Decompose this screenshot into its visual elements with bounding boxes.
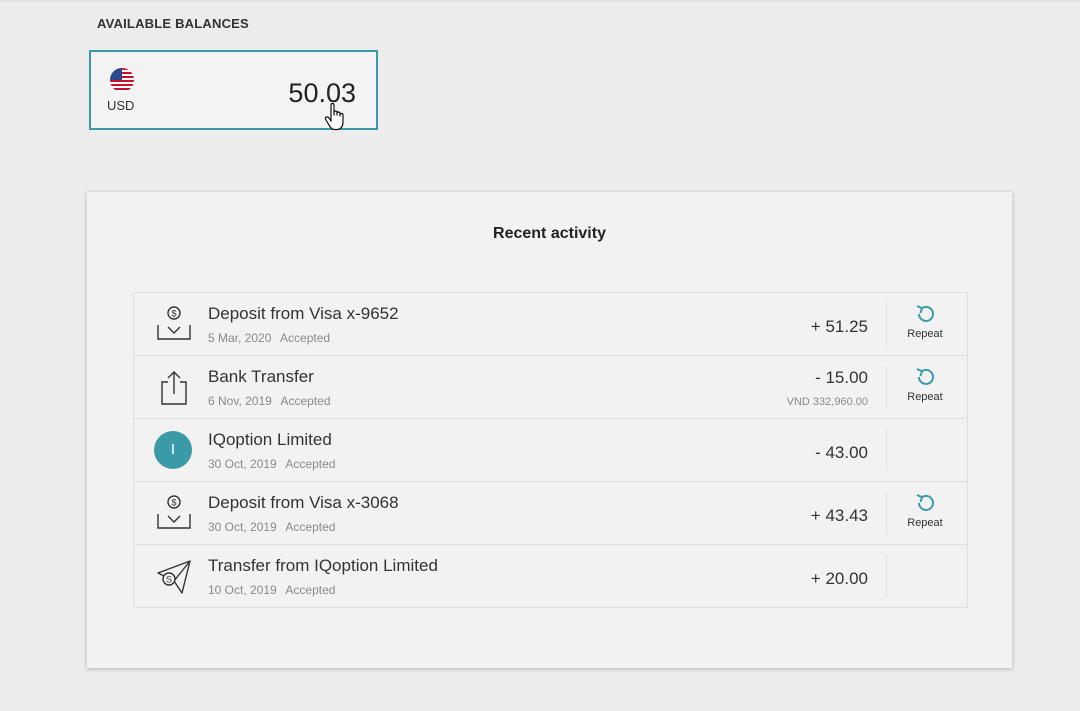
upload-icon: [154, 368, 194, 408]
repeat-button[interactable]: Repeat: [896, 303, 954, 347]
repeat-button[interactable]: Repeat: [896, 492, 954, 536]
activity-date: 30 Oct, 2019: [208, 520, 277, 534]
activity-row[interactable]: $ Deposit from Visa x-3068 30 Oct, 2019 …: [134, 482, 967, 545]
repeat-label: Repeat: [907, 328, 943, 340]
currency-label: USD: [107, 98, 135, 113]
activity-amount: - 43.00: [815, 443, 868, 462]
row-divider: [886, 555, 887, 597]
activity-title: Deposit from Visa x-3068: [208, 493, 399, 512]
activity-status: Accepted: [285, 457, 336, 471]
repeat-label: Repeat: [907, 391, 943, 403]
activity-converted-amount: VND 332,960.00: [786, 396, 868, 408]
row-divider: [886, 366, 887, 408]
hand-cursor-icon: [324, 102, 346, 131]
recent-activity-panel: Recent activity $ Deposit from Visa x-96…: [87, 192, 1012, 668]
deposit-icon: $: [154, 494, 194, 534]
activity-status: Accepted: [280, 394, 331, 408]
activity-amount: + 51.25: [810, 317, 868, 336]
repeat-button[interactable]: Repeat: [896, 366, 954, 410]
deposit-icon: $: [154, 305, 194, 345]
activity-meta: 10 Oct, 2019 Accepted: [208, 583, 341, 597]
activity-title: Transfer from IQoption Limited: [208, 556, 438, 575]
activity-amount: + 20.00: [810, 569, 868, 588]
activity-date: 30 Oct, 2019: [208, 457, 277, 471]
svg-text:$: $: [171, 309, 176, 319]
activity-meta: 30 Oct, 2019 Accepted: [208, 520, 341, 534]
activity-date: 5 Mar, 2020: [208, 331, 272, 345]
row-divider: [886, 429, 887, 471]
send-money-icon: S: [154, 557, 194, 597]
activity-status: Accepted: [285, 520, 336, 534]
activity-title: Bank Transfer: [208, 367, 314, 386]
activity-amount: + 43.43: [810, 506, 868, 525]
row-divider: [886, 303, 887, 345]
repeat-icon: [916, 305, 934, 322]
activity-status: Accepted: [285, 583, 336, 597]
activity-amount: - 15.00: [815, 368, 868, 387]
recent-activity-title: Recent activity: [493, 225, 606, 242]
activity-meta: 30 Oct, 2019 Accepted: [208, 457, 341, 471]
activity-status: Accepted: [280, 331, 331, 345]
row-divider: [886, 492, 887, 534]
activity-row[interactable]: S Transfer from IQoption Limited 10 Oct,…: [134, 545, 967, 607]
activity-meta: 6 Nov, 2019 Accepted: [208, 394, 337, 408]
activity-date: 6 Nov, 2019: [208, 394, 272, 408]
activity-meta: 5 Mar, 2020 Accepted: [208, 331, 336, 345]
activity-list: $ Deposit from Visa x-9652 5 Mar, 2020 A…: [133, 292, 968, 608]
top-divider: [0, 0, 1080, 2]
repeat-icon: [916, 494, 934, 511]
activity-row[interactable]: I IQoption Limited 30 Oct, 2019 Accepted…: [134, 419, 967, 482]
balances-heading: AVAILABLE BALANCES: [97, 16, 249, 31]
svg-text:$: $: [171, 498, 176, 508]
repeat-label: Repeat: [907, 517, 943, 529]
avatar: I: [154, 431, 192, 469]
activity-row[interactable]: $ Deposit from Visa x-9652 5 Mar, 2020 A…: [134, 293, 967, 356]
activity-title: Deposit from Visa x-9652: [208, 304, 399, 323]
activity-title: IQoption Limited: [208, 430, 332, 449]
repeat-icon: [916, 368, 934, 385]
svg-text:S: S: [166, 575, 172, 585]
activity-row[interactable]: Bank Transfer 6 Nov, 2019 Accepted - 15.…: [134, 356, 967, 419]
us-flag-icon: [110, 68, 134, 92]
activity-date: 10 Oct, 2019: [208, 583, 277, 597]
